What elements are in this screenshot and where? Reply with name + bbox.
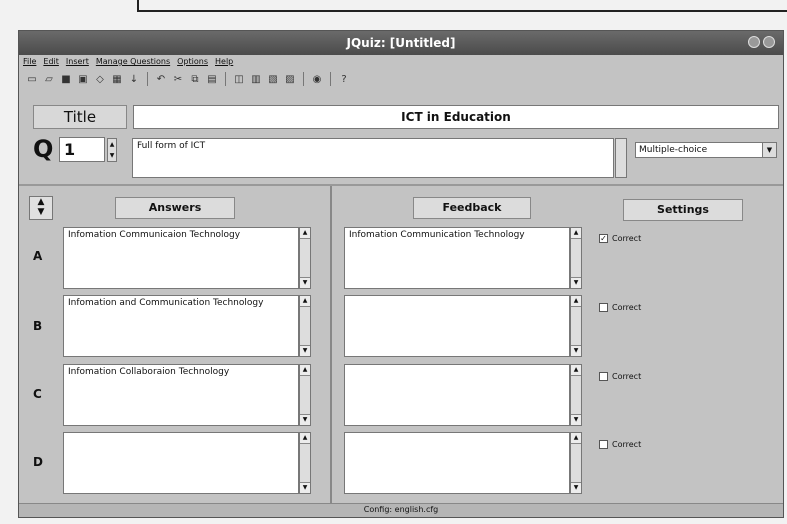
answer-scrollbar-d[interactable]: ▲ ▼ (299, 432, 311, 494)
answer-scrollbar-c[interactable]: ▲ ▼ (299, 364, 311, 426)
answer-letter-a: A (33, 249, 43, 263)
window-controls (748, 36, 775, 48)
correct-setting-c[interactable]: Correct (599, 372, 641, 381)
new-icon[interactable]: ▭ (25, 72, 39, 86)
export-icon[interactable]: ▦ (110, 72, 124, 86)
correct-label-c: Correct (612, 372, 642, 381)
menu-manage-questions[interactable]: Manage Questions (96, 57, 170, 69)
answers-header-button[interactable]: Answers (115, 197, 235, 219)
close-button[interactable] (763, 36, 775, 48)
answer-order-spinner[interactable]: ▲ ▼ (29, 196, 53, 220)
save-icon[interactable]: ■ (59, 72, 73, 86)
toolbar-separator (330, 72, 331, 86)
correct-label-a: Correct (612, 234, 642, 243)
answer-letter-c: C (33, 387, 42, 401)
question-type-value: Multiple-choice (639, 145, 708, 155)
menu-insert[interactable]: Insert (66, 57, 89, 69)
menu-help[interactable]: Help (215, 57, 233, 69)
toolbar: ▭ ▱ ■ ▣ ◇ ▦ ↓ ↶ ✂ ⧉ ▤ ◫ ▥ ▧ ▨ ◉ ? (25, 71, 351, 87)
question-text-input[interactable]: Full form of ICT (132, 138, 614, 178)
question-type-select[interactable]: Multiple-choice ▼ (635, 142, 777, 158)
correct-setting-d[interactable]: Correct (599, 440, 641, 449)
settings-header-button[interactable]: Settings (623, 199, 743, 221)
feedback-input-a[interactable]: Infomation Communication Technology (344, 227, 570, 289)
answer-input-a[interactable]: Infomation Communicaion Technology (63, 227, 299, 289)
print-icon[interactable]: ▥ (249, 72, 263, 86)
correct-label-d: Correct (612, 440, 642, 449)
undo-icon[interactable]: ↶ (154, 72, 168, 86)
question-number-input[interactable]: 1 (59, 137, 105, 162)
correct-checkbox-d[interactable] (599, 440, 608, 449)
feedback-scrollbar-a[interactable]: ▲ ▼ (570, 227, 582, 289)
answer-letter-b: B (33, 319, 43, 333)
quiz-title-label: Title (33, 105, 127, 129)
feedback-scrollbar-c[interactable]: ▲ ▼ (570, 364, 582, 426)
question-text-scrollbar[interactable] (615, 138, 627, 178)
zip-icon[interactable]: ▧ (266, 72, 280, 86)
cut-icon[interactable]: ✂ (171, 72, 185, 86)
question-prefix: Q (33, 135, 54, 163)
panel-divider (330, 186, 332, 503)
toolbar-separator (147, 72, 148, 86)
open-icon[interactable]: ▱ (42, 72, 56, 86)
jquiz-window: JQuiz: [Untitled] File Edit Insert Manag… (18, 30, 784, 518)
status-bar: Config: english.cfg (19, 503, 783, 517)
config-icon[interactable]: ▨ (283, 72, 297, 86)
question-number-spinner[interactable]: ▲ ▼ (107, 138, 117, 162)
answer-scrollbar-a[interactable]: ▲ ▼ (299, 227, 311, 289)
answer-input-c[interactable]: Infomation Collaboraion Technology (63, 364, 299, 426)
menu-edit[interactable]: Edit (43, 57, 59, 69)
web-page-icon[interactable]: ◫ (232, 72, 246, 86)
feedback-scrollbar-b[interactable]: ▲ ▼ (570, 295, 582, 357)
load-icon[interactable]: ◇ (93, 72, 107, 86)
answer-input-b[interactable]: Infomation and Communication Technology (63, 295, 299, 357)
web-icon[interactable]: ◉ (310, 72, 324, 86)
arrow-down-icon[interactable]: ↓ (127, 72, 141, 86)
minimize-button[interactable] (748, 36, 760, 48)
toolbar-separator (225, 72, 226, 86)
menu-file[interactable]: File (23, 57, 36, 69)
copy-icon[interactable]: ⧉ (188, 72, 202, 86)
answer-scrollbar-b[interactable]: ▲ ▼ (299, 295, 311, 357)
feedback-input-d[interactable] (344, 432, 570, 494)
feedback-input-c[interactable] (344, 364, 570, 426)
correct-checkbox-b[interactable] (599, 303, 608, 312)
save-as-icon[interactable]: ▣ (76, 72, 90, 86)
correct-label-b: Correct (612, 303, 642, 312)
window-title: JQuiz: [Untitled] (346, 36, 456, 50)
paste-icon[interactable]: ▤ (205, 72, 219, 86)
answer-input-d[interactable] (63, 432, 299, 494)
answer-letter-d: D (33, 455, 43, 469)
correct-setting-a[interactable]: ✓ Correct (599, 234, 641, 243)
menu-bar: File Edit Insert Manage Questions Option… (23, 57, 233, 69)
correct-checkbox-c[interactable] (599, 372, 608, 381)
section-divider (19, 184, 783, 186)
feedback-input-b[interactable] (344, 295, 570, 357)
page-top-line (137, 10, 787, 12)
menu-options[interactable]: Options (177, 57, 208, 69)
title-bar: JQuiz: [Untitled] (19, 31, 783, 55)
toolbar-separator (303, 72, 304, 86)
quiz-title-input[interactable]: ICT in Education (133, 105, 779, 129)
correct-checkbox-a[interactable]: ✓ (599, 234, 608, 243)
chevron-down-icon[interactable]: ▼ (762, 143, 776, 157)
correct-setting-b[interactable]: Correct (599, 303, 641, 312)
page-top-tick (137, 0, 139, 12)
help-icon[interactable]: ? (337, 72, 351, 86)
feedback-header-button[interactable]: Feedback (413, 197, 531, 219)
feedback-scrollbar-d[interactable]: ▲ ▼ (570, 432, 582, 494)
